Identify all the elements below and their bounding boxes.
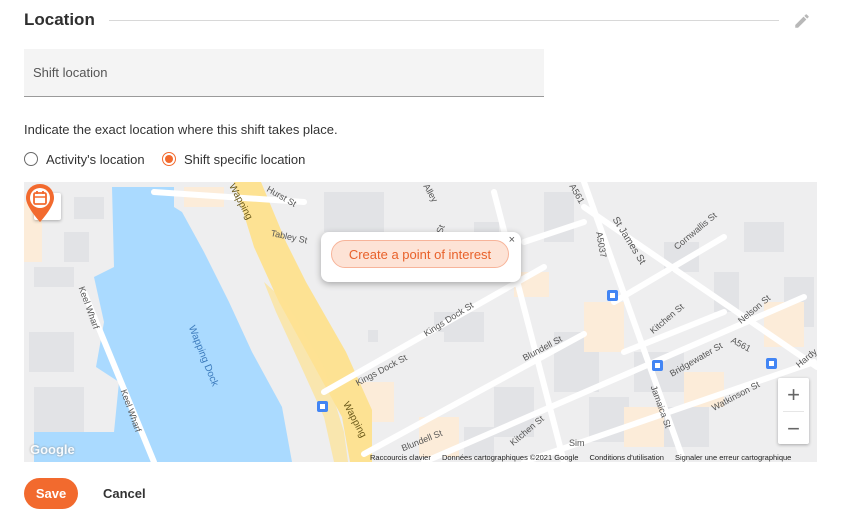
radio-activity-location[interactable]: Activity's location bbox=[24, 150, 145, 168]
pencil-icon[interactable] bbox=[793, 12, 811, 30]
radio-activity-location-label: Activity's location bbox=[46, 151, 145, 167]
map[interactable]: Wapping Wapping Wapping Dock Keel Wharf … bbox=[24, 182, 817, 462]
radio-shift-specific-location-label: Shift specific location bbox=[184, 151, 306, 167]
map-attribution: Raccourcis clavier Données cartographiqu… bbox=[370, 453, 800, 462]
map-data-text: Données cartographiques ©2021 Google bbox=[441, 453, 579, 462]
radio-unchecked-icon[interactable] bbox=[24, 152, 38, 166]
google-logo: Google bbox=[30, 442, 75, 457]
close-icon[interactable]: × bbox=[509, 234, 515, 246]
zoom-in-button[interactable]: + bbox=[778, 378, 809, 411]
zoom-out-button[interactable]: − bbox=[778, 412, 809, 445]
keyboard-shortcuts-link[interactable]: Raccourcis clavier bbox=[370, 453, 431, 462]
section-title: Location bbox=[24, 10, 95, 29]
helper-text: Indicate the exact location where this s… bbox=[24, 122, 338, 137]
map-pin-icon[interactable] bbox=[24, 182, 56, 226]
zoom-controls: + − bbox=[778, 378, 809, 444]
title-divider bbox=[109, 20, 779, 21]
radio-shift-specific-location[interactable]: Shift specific location bbox=[162, 150, 305, 168]
cancel-button[interactable]: Cancel bbox=[95, 478, 154, 509]
shift-location-input[interactable] bbox=[24, 49, 544, 96]
poi-popup: × Create a point of interest bbox=[321, 232, 521, 282]
create-poi-button[interactable]: Create a point of interest bbox=[331, 240, 509, 268]
shift-location-field[interactable] bbox=[24, 49, 544, 97]
report-error-link[interactable]: Signaler une erreur cartographique bbox=[675, 453, 791, 462]
map-label-sim: Sim bbox=[569, 438, 585, 448]
terms-link[interactable]: Conditions d'utilisation bbox=[590, 453, 664, 462]
save-button[interactable]: Save bbox=[24, 478, 78, 509]
radio-checked-icon[interactable] bbox=[162, 152, 176, 166]
